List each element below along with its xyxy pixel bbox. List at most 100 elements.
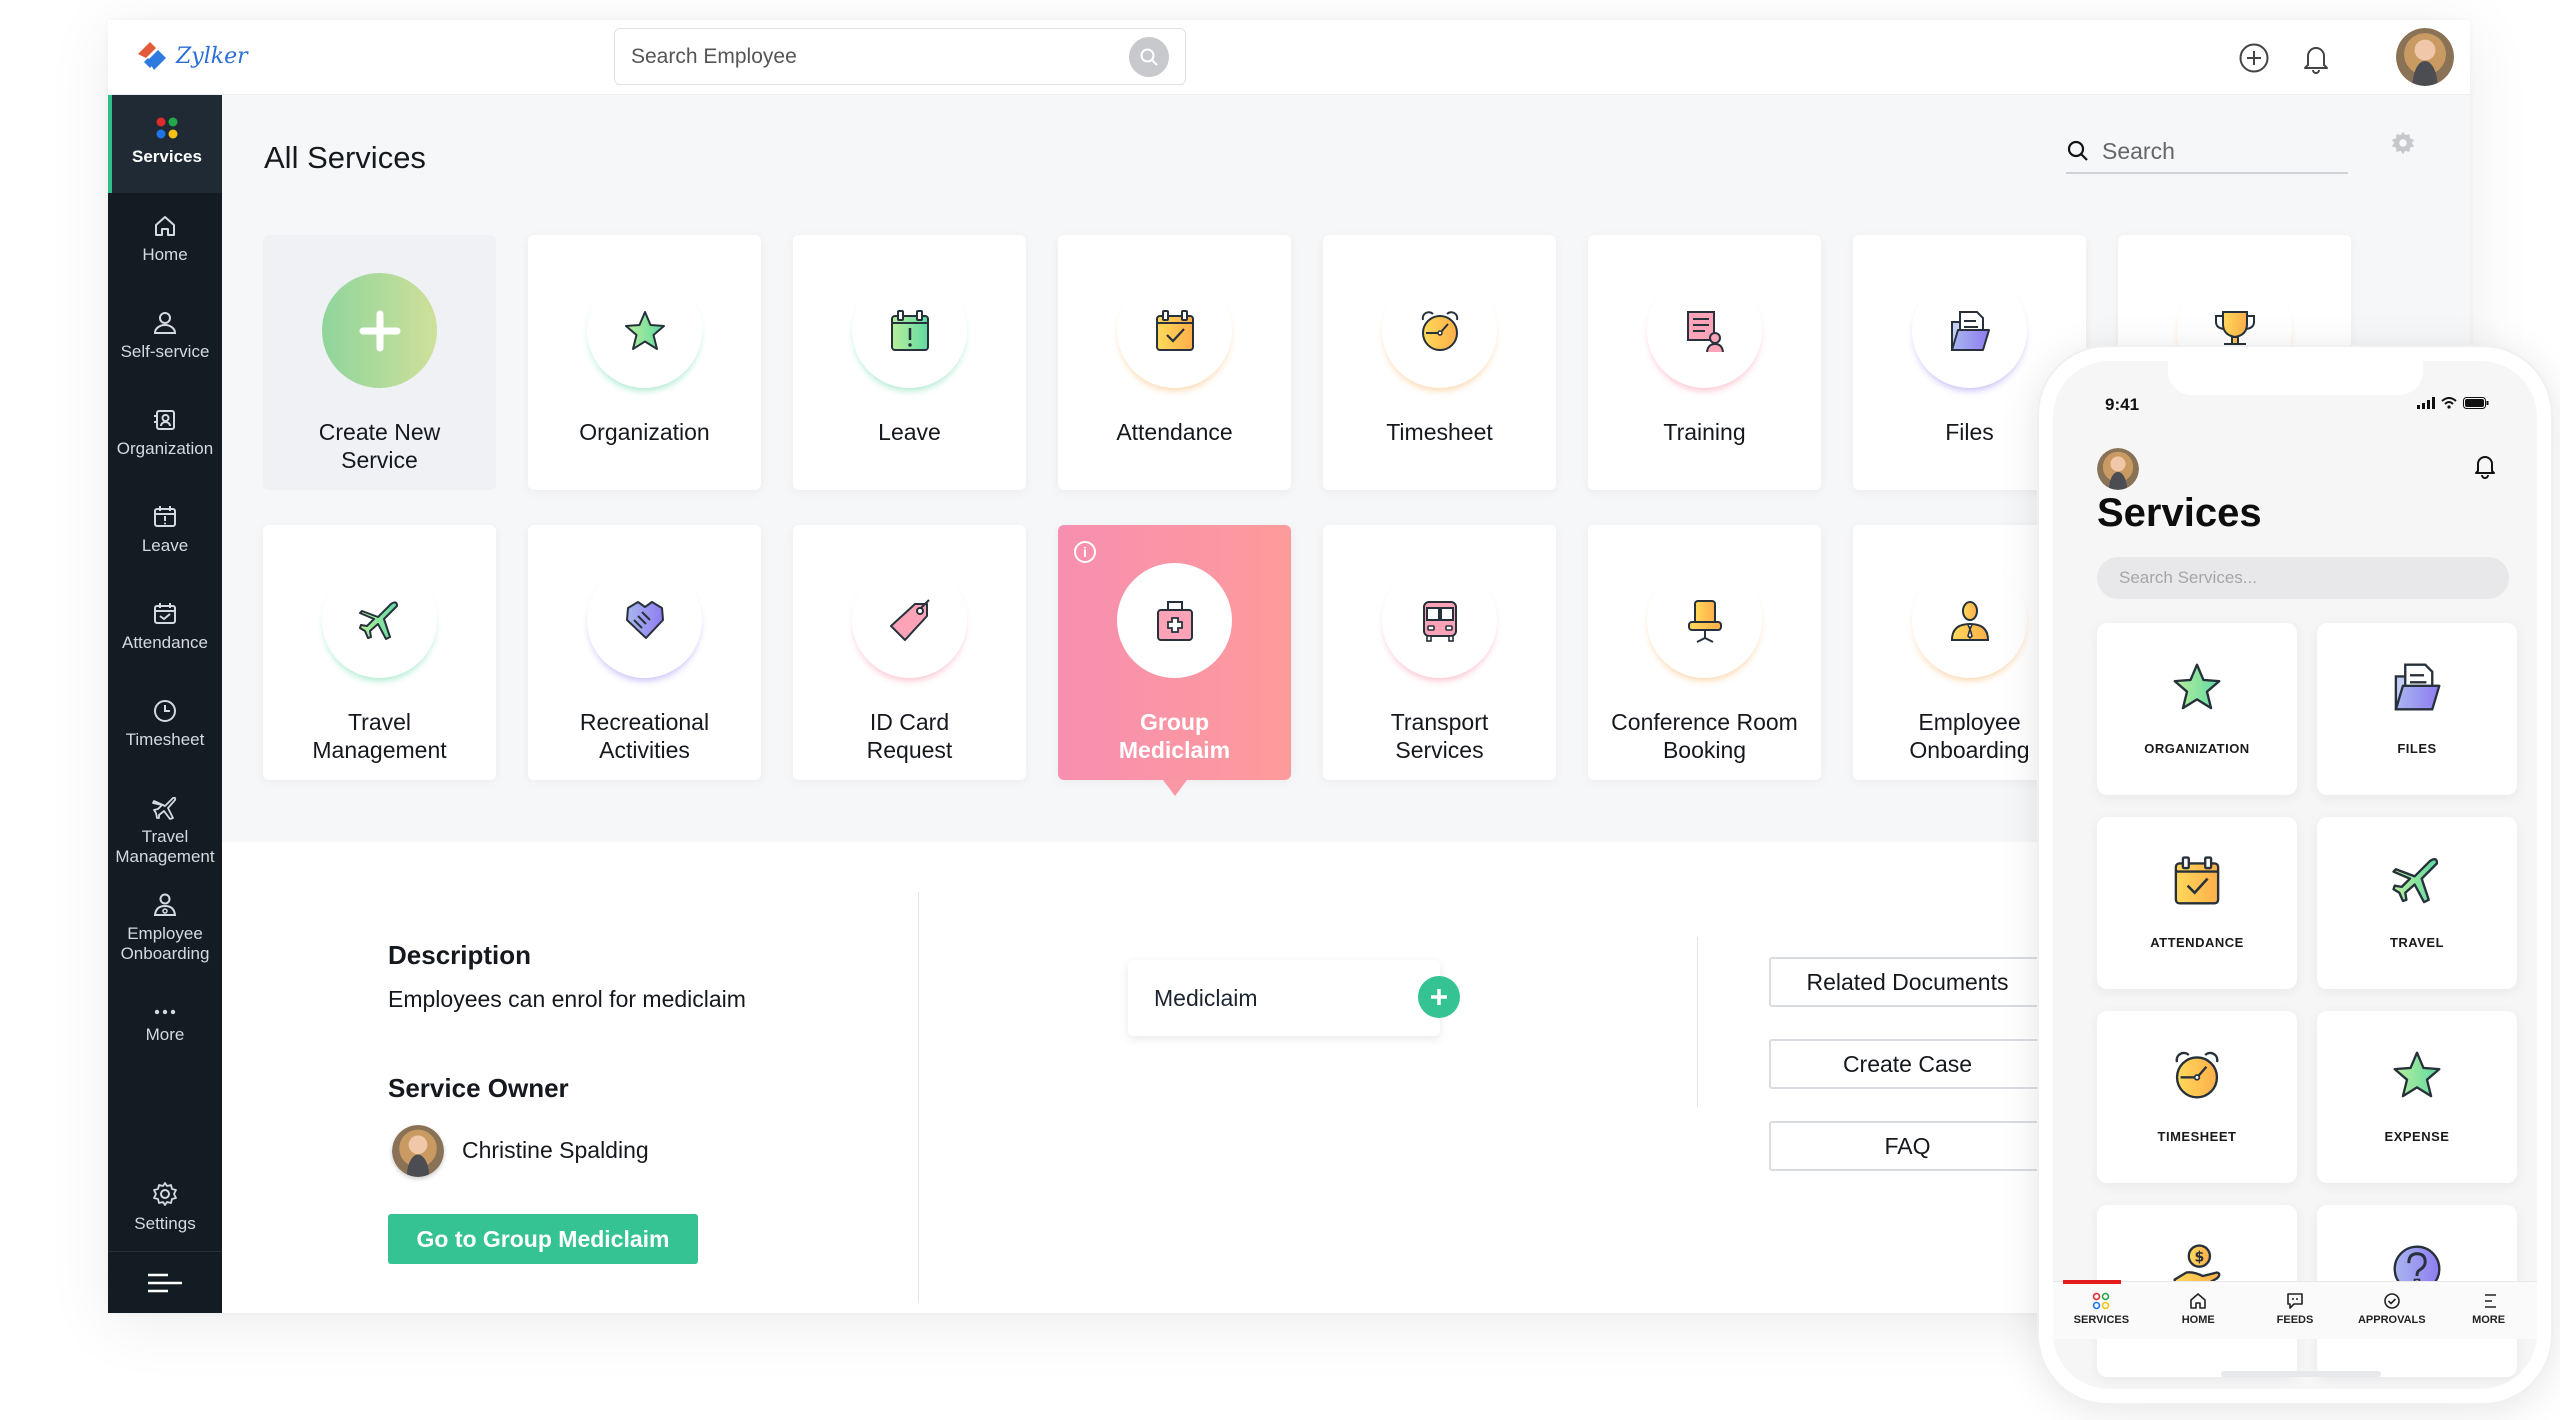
info-icon[interactable]: i — [1074, 541, 1096, 563]
service-card-label: Recreational Activities — [579, 709, 710, 763]
sidebar-item-home[interactable]: Home — [108, 213, 222, 265]
divider — [918, 892, 919, 1302]
employee-search-box[interactable] — [614, 28, 1186, 85]
phone-user-avatar[interactable] — [2097, 448, 2139, 490]
phone-tile-travel[interactable]: TRAVEL — [2317, 817, 2517, 989]
service-card-label: ID Card Request — [866, 709, 953, 763]
service-card-transport-services[interactable]: Transport Services — [1323, 525, 1556, 780]
sidebar-item-services[interactable]: Services — [108, 95, 222, 193]
plane-icon — [152, 796, 177, 820]
calendar-alert-icon — [154, 506, 176, 527]
service-card-create-new[interactable]: Create New Service — [263, 235, 496, 490]
sidebar-item-label: Settings — [134, 1214, 196, 1233]
user-avatar[interactable] — [2396, 28, 2454, 86]
go-to-service-button[interactable]: Go to Group Mediclaim — [388, 1214, 698, 1264]
svg-text:$: $ — [2194, 1249, 2204, 1265]
service-card-group-mediclaim[interactable]: i Group Mediclaim — [1058, 525, 1291, 796]
icon-disc — [1912, 563, 2027, 678]
services-settings-button[interactable] — [2390, 130, 2416, 161]
search-icon — [2067, 140, 2088, 161]
owner-name[interactable]: Christine Spalding — [462, 1137, 649, 1164]
phone-tile-attendance[interactable]: ATTENDANCE — [2097, 817, 2297, 989]
service-card-recreational-activities[interactable]: Recreational Activities — [528, 525, 761, 780]
org-card-icon — [154, 410, 175, 430]
phone-tile-files[interactable]: FILES — [2317, 623, 2517, 795]
sidebar-item-settings[interactable]: Settings — [108, 1180, 222, 1234]
phone-tile-label: FILES — [2397, 741, 2437, 756]
bus-icon — [1422, 600, 1457, 642]
phone-tile-expense[interactable]: EXPENSE — [2317, 1011, 2517, 1183]
service-card-organization[interactable]: Organization — [528, 235, 761, 490]
phone-screen: 9:41 Services ORGANIZATION FILES ATTENDA… — [2053, 361, 2537, 1389]
service-card-conference-room-booking[interactable]: Conference Room Booking — [1588, 525, 1821, 780]
bell-icon — [2304, 47, 2328, 74]
sidebar-item-employee-onboarding[interactable]: Employee Onboarding — [108, 892, 222, 963]
divider — [1697, 937, 1698, 1107]
phone-bottom-nav: SERVICES HOME FEEDS APPROVALS MORE — [2053, 1280, 2537, 1339]
notifications-button[interactable] — [2298, 40, 2334, 76]
more-dots-icon — [154, 1009, 176, 1015]
status-indicators — [2417, 397, 2489, 409]
handshake-icon — [625, 600, 664, 639]
phone-tile-label: ATTENDANCE — [2150, 935, 2244, 950]
phone-nav-label: APPROVALS — [2357, 1314, 2426, 1326]
sidebar-item-self-service[interactable]: Self-service — [108, 310, 222, 362]
phone-notch — [2168, 361, 2423, 395]
home-indicator — [2221, 1371, 2381, 1377]
employee-search-input[interactable] — [631, 44, 1129, 69]
sidebar-item-timesheet[interactable]: Timesheet — [108, 698, 222, 750]
description-text: Employees can enrol for mediclaim — [388, 986, 746, 1012]
service-card-training[interactable]: Training — [1588, 235, 1821, 490]
phone-tile-timesheet[interactable]: TIMESHEET — [2097, 1011, 2297, 1183]
employee-search-button[interactable] — [1129, 36, 1169, 77]
phone-notifications-button[interactable] — [2473, 453, 2497, 484]
sidebar-item-label: Self-service — [120, 342, 210, 361]
calendar-check-icon — [2174, 856, 2220, 905]
phone-tile-label: ORGANIZATION — [2144, 741, 2250, 756]
add-button[interactable] — [2236, 40, 2272, 76]
sidebar-collapse-button[interactable] — [108, 1251, 222, 1313]
phone-nav-more[interactable]: MORE — [2440, 1282, 2537, 1339]
phone-nav-home[interactable]: HOME — [2150, 1282, 2247, 1339]
home-icon — [155, 216, 175, 236]
service-card-leave[interactable]: Leave — [793, 235, 1026, 490]
phone-nav-approvals[interactable]: APPROVALS — [2343, 1282, 2440, 1339]
mediclaim-tag[interactable]: Mediclaim — [1128, 960, 1440, 1036]
phone-tile-label: EXPENSE — [2384, 1129, 2450, 1144]
service-card-timesheet[interactable]: Timesheet — [1323, 235, 1556, 490]
zylker-logo-icon — [138, 42, 166, 70]
create-case-button[interactable]: Create Case — [1769, 1039, 2046, 1089]
sidebar-item-organization[interactable]: Organization — [108, 407, 222, 459]
sidebar-item-leave[interactable]: Leave — [108, 504, 222, 556]
phone-search-input[interactable] — [2097, 557, 2509, 599]
phone-nav-services[interactable]: SERVICES — [2053, 1280, 2150, 1339]
avatar-photo — [392, 1125, 444, 1177]
folder-icon — [2394, 663, 2441, 711]
add-tag-button[interactable] — [1418, 976, 1460, 1018]
brand-logo[interactable]: Zylker — [134, 38, 248, 74]
icon-disc — [1117, 563, 1232, 678]
sidebar-item-label: Organization — [116, 439, 214, 458]
check-circle-icon — [2383, 1293, 2400, 1309]
service-card-id-card-request[interactable]: ID Card Request — [793, 525, 1026, 780]
folder-icon — [1950, 310, 1990, 351]
phone-nav-feeds[interactable]: FEEDS — [2247, 1282, 2344, 1339]
related-documents-button[interactable]: Related Documents — [1769, 957, 2046, 1007]
wifi-icon — [2441, 397, 2457, 409]
sidebar-item-more[interactable]: More — [108, 1005, 222, 1045]
service-card-label: Conference Room Booking — [1611, 709, 1798, 763]
gear-icon — [2391, 131, 2415, 155]
people-icon — [153, 893, 177, 916]
sidebar-item-attendance[interactable]: Attendance — [108, 601, 222, 653]
phone-tile-organization[interactable]: ORGANIZATION — [2097, 623, 2297, 795]
services-search-box[interactable] — [2066, 130, 2348, 174]
services-search-input[interactable] — [2102, 137, 2332, 165]
sidebar-item-travel-management[interactable]: Travel Management — [108, 795, 222, 866]
service-card-travel-management[interactable]: Travel Management — [263, 525, 496, 780]
service-card-label: Transport Services — [1390, 709, 1489, 763]
alarm-clock-icon — [1421, 310, 1458, 351]
description-heading: Description — [388, 940, 532, 970]
home-icon — [2190, 1293, 2206, 1309]
service-card-attendance[interactable]: Attendance — [1058, 235, 1291, 490]
faq-button[interactable]: FAQ — [1769, 1121, 2046, 1171]
